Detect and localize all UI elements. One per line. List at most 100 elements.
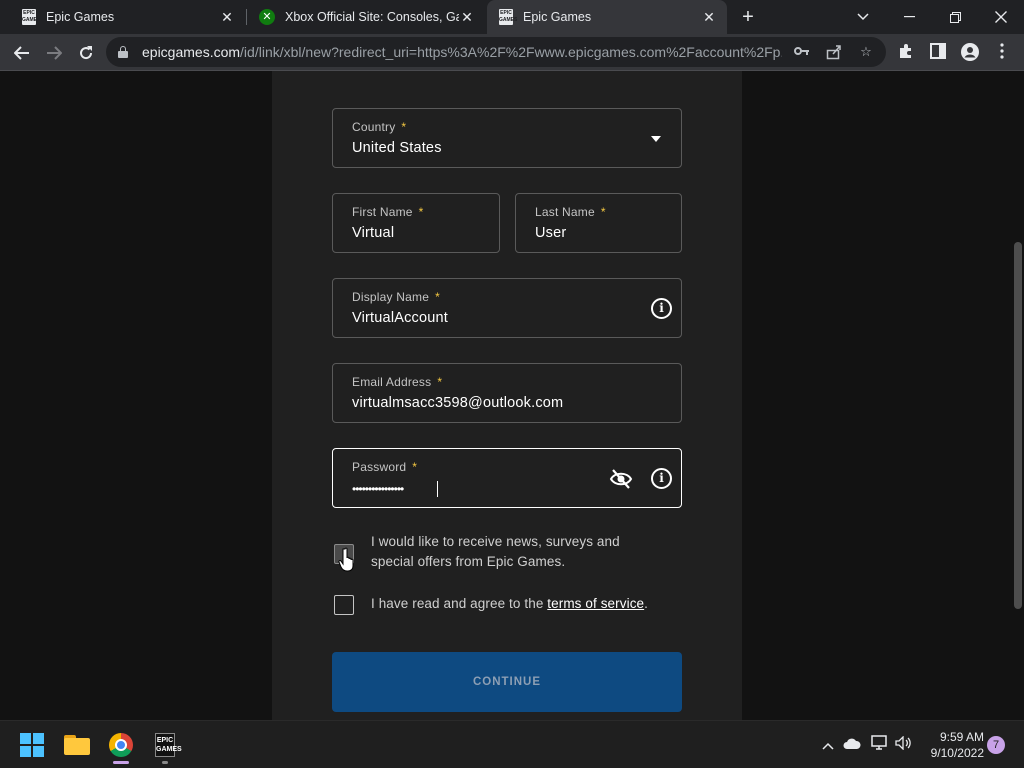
display-name-field[interactable]: Display Name * VirtualAccount i — [332, 278, 682, 338]
news-label-line1: I would like to receive news, surveys an… — [371, 534, 620, 549]
email-value: virtualmsacc3598@outlook.com — [352, 395, 564, 411]
network-monitor-icon[interactable] — [870, 735, 890, 755]
continue-button[interactable]: CONTINUE — [332, 652, 682, 712]
epic-games-icon: EPIC GAMES — [499, 9, 518, 25]
news-checkbox-label[interactable]: I would like to receive news, surveys an… — [371, 532, 620, 572]
browser-tab-strip: EPICGAMES Epic Games ✕ Xbox Official Sit… — [0, 0, 1024, 34]
tab-xbox[interactable]: Xbox Official Site: Consoles, Gam ✕ — [247, 0, 485, 34]
url-text: epicgames.com/id/link/xbl/new?redirect_u… — [142, 44, 782, 60]
tray-overflow-chevron-up-icon[interactable] — [818, 735, 838, 755]
first-name-field[interactable]: First Name * Virtual — [332, 193, 500, 253]
email-field[interactable]: Email Address * virtualmsacc3598@outlook.… — [332, 363, 682, 423]
forward-button[interactable] — [40, 39, 68, 67]
running-app-indicator — [162, 761, 168, 764]
last-name-field[interactable]: Last Name * User — [515, 193, 682, 253]
chrome-icon — [109, 733, 133, 757]
display-name-value: VirtualAccount — [352, 310, 449, 326]
display-name-label: Display Name * — [352, 290, 440, 304]
epic-launcher-taskbar-button[interactable]: EPIC GAMES — [149, 729, 182, 761]
bookmark-star-icon[interactable]: ☆ — [858, 44, 874, 60]
clock-time: 9:59 AM — [939, 730, 984, 744]
address-bar[interactable]: epicgames.com/id/link/xbl/new?redirect_u… — [106, 37, 886, 67]
windows-taskbar: EPIC GAMES 9:59 AM 9/10/2022 7 — [0, 720, 1024, 768]
dropdown-caret-icon — [651, 136, 661, 142]
epic-games-icon: EPIC GAMES — [22, 9, 41, 25]
back-button[interactable] — [8, 39, 36, 67]
password-value: •••••••••••••••• — [352, 482, 404, 496]
tos-checkbox[interactable] — [334, 595, 354, 615]
profile-avatar-icon[interactable] — [960, 43, 980, 63]
reload-icon — [80, 46, 93, 60]
country-label: Country * — [352, 120, 407, 134]
last-name-label: Last Name * — [535, 205, 606, 219]
volume-speaker-icon[interactable] — [894, 735, 914, 755]
share-icon[interactable] — [826, 44, 842, 60]
extensions-puzzle-icon[interactable] — [896, 43, 916, 63]
info-icon[interactable]: i — [651, 298, 672, 319]
back-arrow-icon — [14, 46, 29, 60]
password-label: Password * — [352, 460, 418, 474]
taskbar-clock[interactable]: 9:59 AM 9/10/2022 — [914, 729, 984, 761]
email-label: Email Address * — [352, 375, 443, 389]
required-marker: * — [418, 205, 424, 219]
key-icon[interactable] — [794, 44, 810, 60]
windows-logo-icon — [20, 733, 44, 757]
first-name-value: Virtual — [352, 225, 395, 241]
tos-prefix: I have read and agree to the — [371, 596, 548, 611]
close-icon[interactable]: ✕ — [219, 9, 235, 25]
required-marker: * — [435, 290, 440, 304]
side-panel-icon[interactable] — [928, 43, 948, 63]
onedrive-cloud-icon[interactable] — [842, 735, 862, 755]
text-cursor — [437, 481, 438, 497]
tos-checkbox-label[interactable]: I have read and agree to the terms of se… — [371, 594, 648, 614]
last-name-value: User — [535, 225, 567, 241]
restore-icon — [949, 11, 961, 23]
reload-button[interactable] — [72, 39, 100, 67]
news-label-line2: special offers from Epic Games. — [371, 554, 566, 569]
clock-date: 9/10/2022 — [930, 746, 984, 760]
tab-title: Xbox Official Site: Consoles, Gam — [285, 10, 459, 24]
tab-search-button[interactable] — [840, 0, 886, 34]
tab-epic-games-active[interactable]: EPIC GAMES Epic Games ✕ — [487, 0, 727, 34]
url-path: /id/link/xbl/new?redirect_uri=https%3A%2… — [240, 44, 782, 60]
url-host: epicgames.com — [142, 44, 241, 60]
notification-count-badge[interactable]: 7 — [987, 736, 1005, 754]
chrome-taskbar-button[interactable] — [105, 729, 137, 761]
country-select[interactable]: Country * United States — [332, 108, 682, 168]
forward-arrow-icon — [47, 46, 62, 60]
xbox-icon — [259, 9, 275, 25]
tos-suffix: . — [644, 596, 649, 611]
tab-epic-games-1[interactable]: EPIC GAMES Epic Games ✕ — [10, 0, 245, 34]
first-name-label: First Name * — [352, 205, 424, 219]
hand-pointer-cursor-icon — [338, 547, 354, 572]
close-window-button[interactable] — [978, 0, 1024, 34]
restore-button[interactable] — [932, 0, 978, 34]
file-explorer-button[interactable] — [61, 729, 93, 761]
close-icon — [995, 11, 1007, 23]
info-icon[interactable]: i — [651, 468, 672, 489]
eye-slash-icon[interactable] — [609, 468, 633, 490]
kebab-menu-icon[interactable] — [992, 43, 1012, 63]
folder-icon — [64, 735, 90, 755]
required-marker: * — [401, 120, 407, 134]
page-scrollbar[interactable] — [1012, 71, 1024, 720]
required-marker: * — [600, 205, 606, 219]
required-marker: * — [437, 375, 443, 389]
page-viewport: Country * United States First Name * Virtu… — [0, 71, 1024, 720]
tab-title: Epic Games — [523, 10, 592, 24]
new-tab-button[interactable]: + — [737, 6, 759, 28]
lock-icon[interactable] — [118, 46, 128, 58]
country-value: United States — [352, 140, 442, 156]
minimize-button[interactable] — [886, 0, 932, 34]
start-button[interactable] — [16, 729, 48, 761]
terms-of-service-link[interactable]: terms of service — [547, 596, 644, 611]
close-icon[interactable]: ✕ — [459, 9, 475, 25]
scrollbar-thumb[interactable] — [1014, 242, 1022, 609]
browser-toolbar: epicgames.com/id/link/xbl/new?redirect_u… — [0, 34, 1024, 71]
tab-title: Epic Games — [46, 10, 115, 24]
minimize-icon — [903, 16, 915, 18]
close-icon[interactable]: ✕ — [701, 9, 717, 25]
chevron-down-icon — [857, 13, 869, 21]
password-field[interactable]: Password * •••••••••••••••• i — [332, 448, 682, 508]
active-app-indicator — [113, 761, 129, 764]
